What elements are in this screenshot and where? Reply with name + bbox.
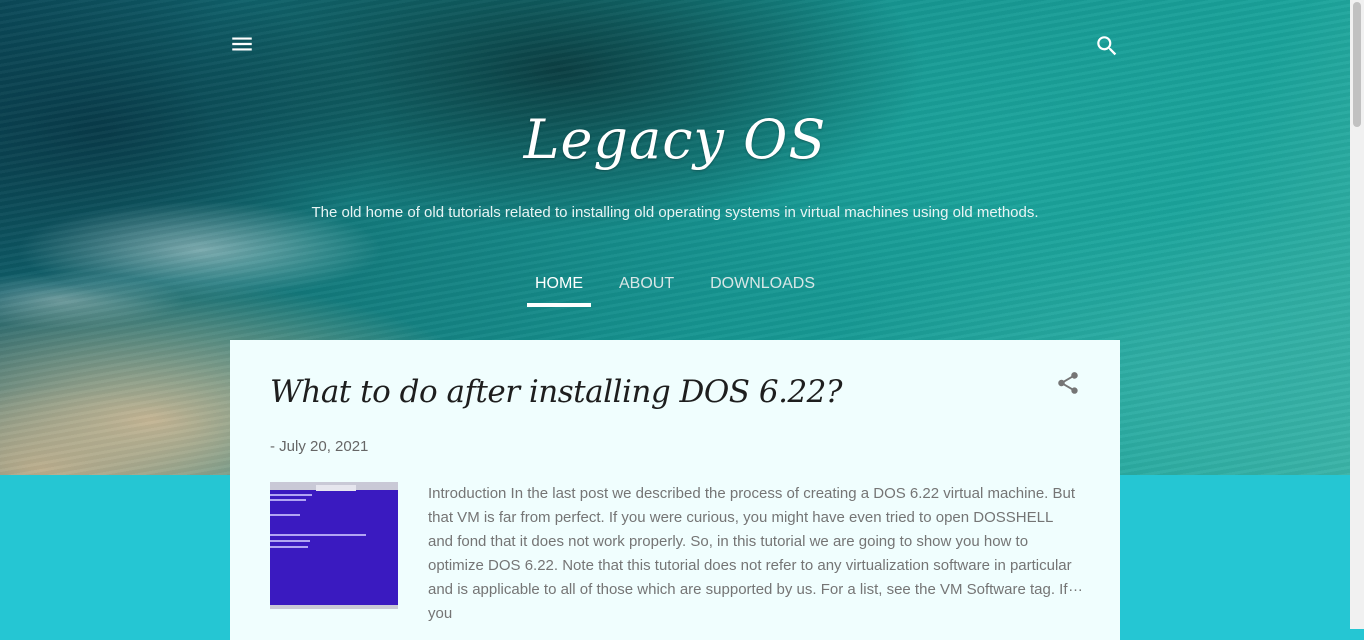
- share-icon[interactable]: [1055, 370, 1081, 396]
- post-card: What to do after installing DOS 6.22? - …: [230, 340, 1120, 640]
- scrollbar[interactable]: [1350, 0, 1364, 629]
- tab-home[interactable]: HOME: [526, 270, 591, 307]
- main-nav: HOME ABOUT DOWNLOADS: [0, 270, 1350, 307]
- post-title[interactable]: What to do after installing DOS 6.22?: [270, 374, 843, 410]
- search-icon[interactable]: [1094, 33, 1120, 59]
- site-title[interactable]: Legacy OS: [0, 108, 1350, 171]
- tab-about[interactable]: ABOUT: [611, 270, 682, 307]
- post-excerpt: Introduction In the last post we describ…: [428, 485, 1076, 622]
- post-date[interactable]: - July 20, 2021: [270, 438, 368, 455]
- post-thumbnail[interactable]: [270, 482, 398, 609]
- read-more-ellipsis[interactable]: …: [1068, 578, 1083, 595]
- menu-icon[interactable]: [229, 31, 255, 57]
- site-description: The old home of old tutorials related to…: [311, 204, 1039, 221]
- tab-downloads[interactable]: DOWNLOADS: [702, 270, 823, 307]
- scrollbar-thumb[interactable]: [1353, 2, 1361, 127]
